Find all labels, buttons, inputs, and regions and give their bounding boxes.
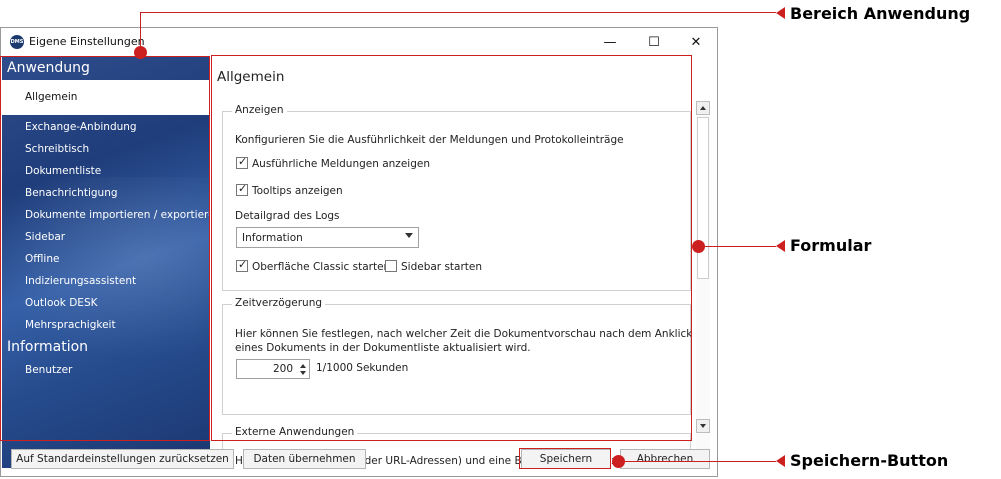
cancel-button[interactable]: Abbrechen — [620, 449, 710, 469]
callout-line-area-h — [140, 12, 776, 13]
sidebar-item-dokumentliste[interactable]: Dokumentliste — [25, 165, 101, 177]
sidebar: Anwendung Allgemein Exchange-Anbindung S… — [2, 57, 210, 468]
callout-arrow-area — [776, 7, 785, 19]
anzeigen-description: Konfigurieren Sie die Ausführlichkeit de… — [235, 134, 624, 146]
group-label-zeitverzoegerung: Zeitverzögerung — [232, 297, 326, 309]
save-button[interactable]: Speichern — [521, 449, 611, 469]
callout-line-save — [618, 461, 776, 462]
group-label-anzeigen: Anzeigen — [232, 104, 287, 116]
spin-up-icon[interactable] — [300, 364, 306, 368]
tooltips-label: Tooltips anzeigen — [252, 185, 343, 197]
sidebar-item-indizierungsassistent[interactable]: Indizierungsassistent — [25, 275, 136, 287]
classic-ui-checkbox[interactable] — [236, 258, 248, 272]
zeit-description-2: eines Dokuments in der Dokumentliste akt… — [235, 342, 531, 354]
group-label-extern: Externe Anwendungen — [232, 426, 358, 438]
spin-down-icon[interactable] — [300, 371, 306, 375]
reset-defaults-button[interactable]: Auf Standardeinstellungen zurücksetzen — [11, 449, 234, 469]
sidebar-item-benutzer[interactable]: Benutzer — [25, 364, 72, 376]
scroll-down-icon[interactable] — [696, 419, 710, 433]
settings-window: DMS Eigene Einstellungen — ☐ ✕ Anwendung… — [0, 27, 718, 477]
app-icon: DMS — [10, 35, 24, 49]
sidebar-item-offline[interactable]: Offline — [25, 253, 59, 265]
title-bar: DMS Eigene Einstellungen — ☐ ✕ — [1, 28, 717, 56]
close-button[interactable]: ✕ — [681, 32, 711, 52]
log-level-label: Detailgrad des Logs — [235, 210, 340, 222]
group-anzeigen: Anzeigen Konfigurieren Sie die Ausführli… — [222, 104, 691, 291]
delay-spinner[interactable] — [236, 359, 310, 379]
verbose-messages-checkbox[interactable] — [236, 155, 248, 169]
callout-dot-form — [692, 240, 705, 253]
sidebar-heading-information: Information — [7, 339, 89, 355]
sidebar-item-schreibtisch[interactable]: Schreibtisch — [25, 143, 89, 155]
sidebar-start-checkbox[interactable] — [385, 260, 397, 272]
sidebar-item-mehrsprachigkeit[interactable]: Mehrsprachigkeit — [25, 319, 116, 331]
scroll-thumb[interactable] — [697, 117, 709, 279]
callout-dot-save — [612, 455, 625, 468]
sidebar-item-exchange[interactable]: Exchange-Anbindung — [25, 121, 137, 133]
chevron-down-icon — [405, 233, 413, 238]
sidebar-start-label: Sidebar starten — [401, 261, 483, 273]
maximize-button[interactable]: ☐ — [639, 32, 669, 52]
classic-ui-label: Oberfläche Classic starten — [252, 261, 391, 273]
settings-form: Allgemein Anzeigen Konfigurieren Sie die… — [216, 57, 692, 469]
sidebar-heading-application: Anwendung — [7, 60, 90, 76]
annotation-form: Formular — [790, 236, 872, 255]
callout-arrow-save — [776, 455, 785, 467]
sidebar-item-benachrichtigung[interactable]: Benachrichtigung — [25, 187, 118, 199]
annotation-area: Bereich Anwendung — [790, 4, 971, 23]
minimize-button[interactable]: — — [595, 32, 625, 52]
form-scrollbar[interactable] — [696, 101, 710, 461]
window-title: Eigene Einstellungen — [29, 35, 145, 48]
zeit-description-1: Hier können Sie festlegen, nach welcher … — [235, 328, 692, 340]
sidebar-item-label: Allgemein — [25, 91, 78, 103]
annotation-save: Speichern-Button — [790, 451, 949, 470]
scroll-up-icon[interactable] — [696, 101, 710, 115]
callout-line-form — [698, 246, 776, 247]
sidebar-item-import-export[interactable]: Dokumente importieren / exportieren — [25, 209, 210, 221]
group-zeitverzoegerung: Zeitverzögerung Hier können Sie festlege… — [222, 297, 692, 415]
sidebar-item-allgemein[interactable]: Allgemein — [2, 80, 210, 115]
delay-input[interactable] — [238, 361, 293, 377]
log-level-select[interactable]: Information — [236, 227, 419, 248]
callout-arrow-form — [776, 240, 785, 252]
tooltips-checkbox[interactable] — [236, 182, 248, 196]
delay-unit-label: 1/1000 Sekunden — [316, 362, 409, 374]
callout-dot-area — [134, 46, 147, 59]
sidebar-item-outlook-desk[interactable]: Outlook DESK — [25, 297, 98, 309]
sidebar-item-sidebar[interactable]: Sidebar — [25, 231, 65, 243]
verbose-messages-label: Ausführliche Meldungen anzeigen — [252, 158, 430, 170]
log-level-value: Information — [242, 232, 303, 244]
page-title: Allgemein — [217, 69, 285, 85]
apply-data-button[interactable]: Daten übernehmen — [243, 449, 366, 469]
